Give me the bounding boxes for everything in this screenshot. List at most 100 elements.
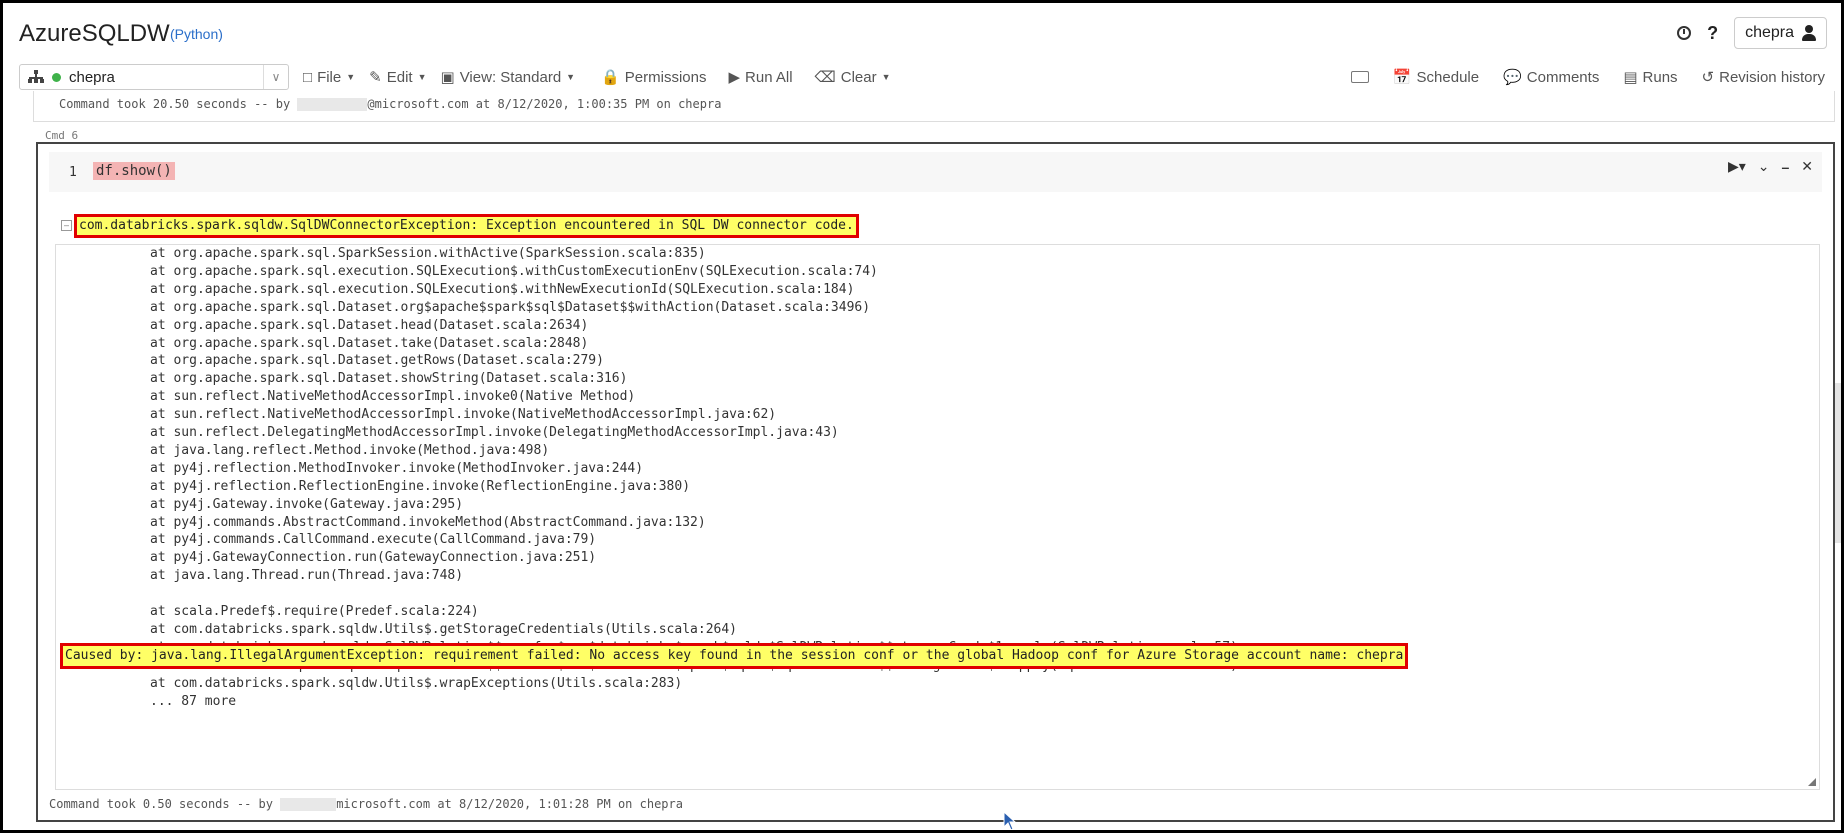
user-icon	[1802, 25, 1816, 41]
notebook-language[interactable]: (Python)	[170, 26, 223, 42]
cell-controls: ▶▾ ⌄ – ✕	[1728, 158, 1813, 175]
command-took: Command took 0.50 seconds -- by microsof…	[49, 797, 683, 811]
caret-down-icon: ▼	[566, 72, 576, 82]
runs-button[interactable]: ▤ Runs	[1623, 68, 1678, 87]
trace-line: at org.apache.spark.sql.SparkSession.wit…	[150, 246, 706, 261]
toolbar: chepra ∨ □ File ▼ ✎ Edit ▼ ▣ View: Stand…	[19, 63, 1841, 91]
trace-line: at org.apache.spark.sql.Dataset.head(Dat…	[150, 317, 589, 333]
took-suffix: microsoft.com at 8/12/2020, 1:01:28 PM o…	[336, 797, 683, 811]
caret-down-icon: ▼	[346, 72, 356, 82]
history-icon: ↺	[1701, 69, 1715, 86]
edit-menu[interactable]: ✎ Edit ▼	[369, 68, 427, 87]
help-icon[interactable]: ?	[1707, 23, 1718, 44]
runs-icon: ▤	[1623, 69, 1638, 86]
clear-menu[interactable]: ⌫ Clear ▼	[814, 68, 891, 87]
trace-line: at org.apache.spark.sql.Dataset.showStri…	[150, 371, 628, 387]
view-menu-label: View: Standard	[459, 68, 562, 86]
comments-label: Comments	[1526, 68, 1600, 86]
permissions-label: Permissions	[624, 68, 707, 86]
trace-line: at py4j.commands.AbstractCommand.invokeM…	[150, 514, 706, 530]
permissions-button[interactable]: 🔒 Permissions	[601, 68, 707, 87]
comment-icon: 💬	[1503, 69, 1522, 86]
edit-menu-label: Edit	[386, 68, 413, 86]
image-icon: ▣	[440, 69, 455, 86]
caret-down-icon: ▼	[417, 72, 427, 82]
trace-line: at com.databricks.spark.sqldw.Utils$.wra…	[150, 675, 683, 691]
notebook-title[interactable]: AzureSQLDW	[19, 20, 170, 48]
trace-line: ... 87 more	[150, 693, 237, 709]
trace-line: at org.apache.spark.sql.Dataset.org$apac…	[150, 299, 871, 315]
close-icon[interactable]: ✕	[1801, 158, 1813, 175]
stack-trace-output: Caused by: java.lang.IllegalArgumentExce…	[55, 244, 1820, 790]
cell-label: Cmd 6	[45, 129, 79, 142]
trace-line: at org.apache.spark.sql.execution.SQLExe…	[150, 281, 855, 297]
previous-command-took: Command took 20.50 seconds -- by @micros…	[59, 97, 721, 111]
caused-by-line: Caused by: java.lang.IllegalArgumentExce…	[60, 643, 1409, 669]
cluster-tree-icon	[28, 70, 44, 84]
run-all-button[interactable]: ▶ Run All	[728, 68, 793, 87]
collapse-toggle-icon[interactable]: –	[61, 220, 72, 231]
trace-line: at py4j.Gateway.invoke(Gateway.java:295)	[150, 496, 464, 512]
user-menu-button[interactable]: chepra	[1734, 17, 1827, 49]
code-line[interactable]: df.show()	[93, 162, 175, 180]
mouse-cursor-icon	[1003, 811, 1017, 830]
lock-icon: 🔒	[601, 69, 620, 86]
redacted-email	[280, 798, 337, 811]
eraser-icon: ⌫	[814, 69, 836, 86]
chevron-down-icon[interactable]: ∨	[263, 65, 288, 89]
exception-header: com.databricks.spark.sqldw.SqlDWConnecto…	[74, 214, 859, 238]
calendar-icon: 📅	[1392, 69, 1412, 86]
notebook-window: AzureSQLDW (Python) ? chepra chepra ∨ □ …	[0, 0, 1844, 833]
clear-menu-label: Clear	[840, 68, 877, 86]
user-name: chepra	[1745, 24, 1794, 41]
line-number: 1	[69, 165, 77, 180]
trace-line: at org.apache.spark.sql.execution.SQLExe…	[150, 263, 878, 279]
chevron-down-icon[interactable]: ⌄	[1758, 158, 1770, 175]
cluster-selector[interactable]: chepra ∨	[19, 64, 289, 90]
pencil-icon: ✎	[369, 69, 382, 86]
took-prefix: Command took 20.50 seconds -- by	[59, 97, 298, 111]
resize-handle-icon[interactable]	[1807, 777, 1816, 786]
trace-line: at com.databricks.spark.sqldw.Utils$.get…	[150, 621, 737, 637]
play-circle-icon: ▶	[728, 69, 741, 86]
clock-icon[interactable]	[1677, 26, 1692, 40]
cluster-status-dot	[52, 72, 61, 82]
header: AzureSQLDW (Python) ? chepra	[3, 3, 1841, 59]
scrollbar[interactable]	[1835, 383, 1841, 543]
file-menu-label: File	[317, 68, 342, 86]
file-icon: □	[303, 68, 313, 86]
redacted-email	[297, 98, 368, 111]
minimize-icon[interactable]: –	[1781, 159, 1789, 175]
cluster-name: chepra	[69, 68, 115, 86]
trace-line: at py4j.reflection.MethodInvoker.invoke(…	[150, 460, 644, 476]
comments-button[interactable]: 💬 Comments	[1503, 68, 1600, 87]
code-editor[interactable]: 1 df.show()	[49, 152, 1822, 192]
revision-history-button[interactable]: ↺ Revision history	[1701, 68, 1825, 87]
trace-line: at sun.reflect.DelegatingMethodAccessorI…	[150, 425, 839, 440]
trace-line: at java.lang.reflect.Method.invoke(Metho…	[150, 442, 550, 458]
keyboard-icon[interactable]	[1350, 71, 1369, 83]
file-menu[interactable]: □ File ▼	[303, 69, 355, 86]
trace-line: at java.lang.Thread.run(Thread.java:748)	[150, 568, 464, 584]
trace-line: at org.apache.spark.sql.Dataset.take(Dat…	[150, 335, 589, 351]
run-cell-icon[interactable]: ▶▾	[1728, 158, 1746, 175]
previous-cell: Command took 20.50 seconds -- by @micros…	[33, 91, 1835, 122]
notebook-cell[interactable]: 1 df.show() ▶▾ ⌄ – ✕ – com.databricks.sp…	[36, 142, 1835, 822]
trace-line: at py4j.commands.CallCommand.execute(Cal…	[150, 532, 597, 548]
trace-line: at sun.reflect.NativeMethodAccessorImpl.…	[150, 389, 636, 405]
trace-line: at py4j.GatewayConnection.run(GatewayCon…	[150, 550, 597, 566]
toolbar-right: 📅 Schedule 💬 Comments ▤ Runs ↺ Revision …	[1350, 63, 1825, 91]
trace-line: at py4j.reflection.ReflectionEngine.invo…	[150, 478, 691, 494]
took-prefix: Command took 0.50 seconds -- by	[49, 797, 281, 811]
caret-down-icon: ▼	[881, 72, 891, 82]
revision-history-label: Revision history	[1719, 68, 1825, 86]
schedule-label: Schedule	[1416, 68, 1480, 86]
trace-line: at org.apache.spark.sql.Dataset.getRows(…	[150, 353, 604, 369]
runs-label: Runs	[1642, 68, 1678, 86]
trace-line: at sun.reflect.NativeMethodAccessorImpl.…	[150, 407, 777, 423]
view-menu[interactable]: ▣ View: Standard ▼	[440, 68, 576, 87]
header-actions: ? chepra	[1677, 17, 1827, 49]
trace-line: at scala.Predef$.require(Predef.scala:22…	[150, 604, 479, 619]
run-all-label: Run All	[745, 68, 793, 86]
schedule-button[interactable]: 📅 Schedule	[1392, 68, 1480, 87]
